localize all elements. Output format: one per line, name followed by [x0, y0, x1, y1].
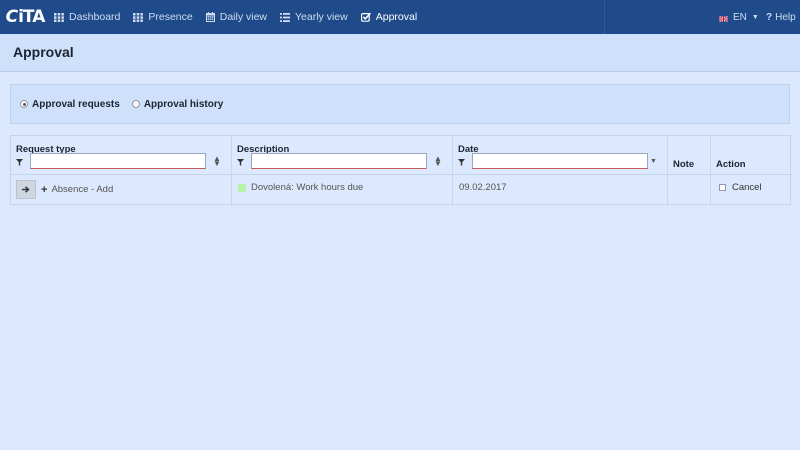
cell-date: 09.02.2017 [459, 182, 507, 193]
table-cell: 09.02.2017 [459, 182, 507, 193]
ita-logo[interactable]: CiTA [0, 0, 50, 34]
cancel-label[interactable]: Cancel [732, 182, 762, 193]
cell-request-type: Absence - Add [51, 184, 114, 195]
nav-daily-view[interactable]: Daily view [202, 0, 271, 34]
nav-presence[interactable]: Presence [129, 0, 196, 34]
open-request-button[interactable] [16, 180, 36, 199]
help-link[interactable]: ? Help [766, 0, 796, 34]
grid-icon [54, 12, 64, 22]
table-row: + Absence - Add [16, 180, 113, 199]
column-date: Date ▼ 09.02.2017 [453, 136, 668, 206]
nav-label: Daily view [219, 11, 267, 23]
table-cell: Cancel [719, 182, 762, 193]
check-square-icon [360, 12, 371, 22]
nav-label: Approval [375, 11, 418, 23]
calendar-icon [205, 12, 215, 22]
status-color-swatch [238, 183, 246, 192]
sort-icon[interactable]: ▲ ▼ [434, 155, 442, 168]
approval-mode-panel: Approval requests Approval history [10, 84, 790, 124]
cancel-checkbox[interactable] [719, 184, 726, 191]
column-header-action: Action [716, 159, 746, 170]
filter-date-input[interactable] [472, 153, 648, 169]
grid-icon [133, 12, 144, 22]
question-icon: ? [766, 11, 773, 23]
nav-label: Dashboard [69, 11, 121, 23]
nav-yearly-view[interactable]: Yearly view [276, 0, 352, 34]
language-dropdown[interactable]: EN ▼ [718, 0, 759, 34]
radio-button[interactable] [131, 100, 140, 108]
language-label: EN [733, 11, 747, 23]
uk-flag-icon [718, 14, 729, 23]
logo-text: iTA [18, 7, 45, 27]
column-description: Description ▲ ▼ Dovolená: Work hours due [232, 136, 453, 206]
list-icon [280, 12, 290, 22]
column-action: Action Cancel [711, 136, 792, 206]
sort-icon[interactable]: ▲ ▼ [213, 155, 221, 168]
radio-label: Approval requests [32, 98, 120, 110]
table-cell: Dovolená: Work hours due [238, 182, 363, 193]
nav-dashboard[interactable]: Dashboard [50, 0, 124, 34]
page-header: Approval [0, 34, 800, 72]
filter-icon [237, 157, 244, 169]
arrow-right-icon [22, 186, 30, 193]
filter-icon [16, 157, 23, 169]
filter-icon [458, 157, 465, 169]
top-navbar: CiTA Dashboard Presence Daily view Yearl… [0, 0, 800, 34]
caret-down-icon: ▼ [751, 13, 759, 21]
filter-request-type-input[interactable] [30, 153, 206, 169]
navbar-divider [604, 0, 605, 34]
nav-approval[interactable]: Approval [357, 0, 421, 34]
plus-icon: + [41, 183, 48, 196]
column-note: Note [668, 136, 711, 206]
page-title: Approval [13, 44, 74, 60]
radio-button-selected[interactable] [20, 100, 28, 108]
column-request-type: Request type ▲ ▼ + Absence - Add [11, 136, 232, 206]
radio-approval-requests[interactable]: Approval requests [20, 99, 120, 110]
nav-label: Yearly view [295, 11, 348, 23]
column-header-note: Note [673, 159, 695, 170]
radio-approval-history[interactable]: Approval history [131, 98, 224, 110]
cell-description: Dovolená: Work hours due [251, 182, 364, 193]
radio-label: Approval history [143, 98, 224, 110]
caret-down-icon[interactable]: ▼ [650, 158, 657, 165]
filter-description-input[interactable] [251, 153, 427, 169]
approval-table: Request type ▲ ▼ + Absence - Add Descript… [10, 135, 792, 206]
nav-label: Presence [148, 11, 193, 23]
help-label: Help [775, 11, 796, 23]
